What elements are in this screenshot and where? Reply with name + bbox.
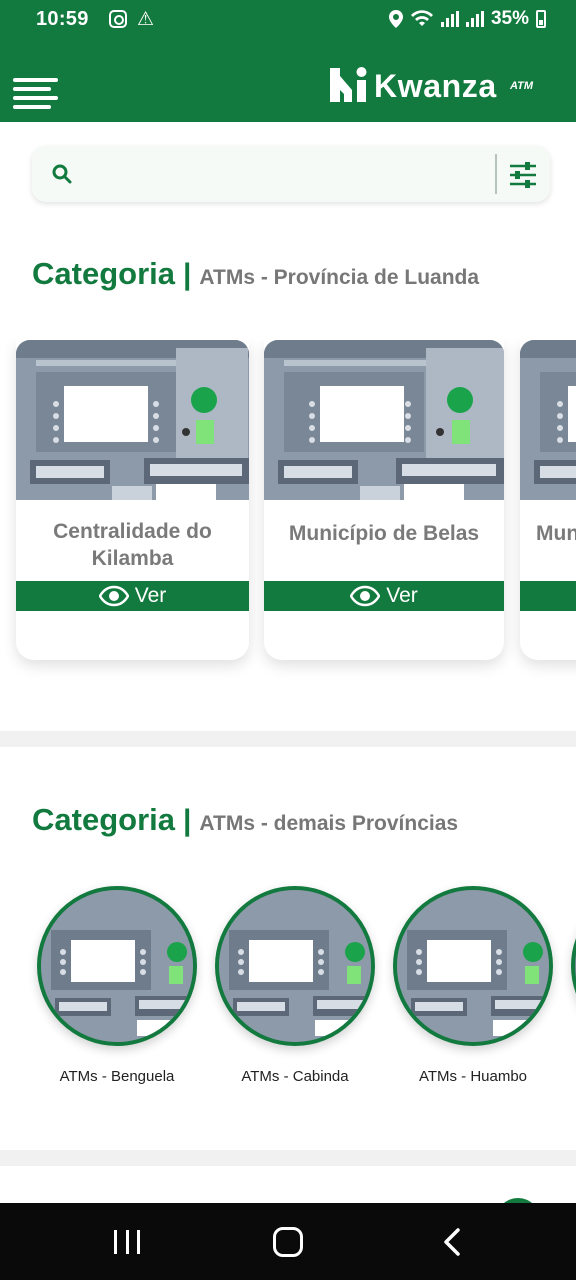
status-right-icons: 35% bbox=[388, 8, 546, 30]
brand-subtitle: ATM bbox=[510, 80, 534, 92]
atm-card[interactable]: Município de Belas Ver bbox=[264, 340, 504, 660]
view-button[interactable]: Ver bbox=[16, 581, 249, 611]
search-input[interactable] bbox=[88, 156, 508, 192]
section-separator: | bbox=[182, 258, 192, 291]
atm-photo bbox=[215, 886, 375, 1046]
atm-photo bbox=[520, 340, 576, 500]
luanda-card-carousel[interactable]: Centralidade do Kilamba Ver Município de… bbox=[0, 340, 576, 700]
section-separator: | bbox=[182, 804, 192, 837]
eye-icon bbox=[98, 585, 129, 607]
location-icon bbox=[388, 10, 403, 28]
wifi-icon bbox=[410, 10, 433, 26]
instagram-icon bbox=[109, 10, 127, 28]
atm-photo bbox=[393, 886, 553, 1046]
home-icon[interactable] bbox=[273, 1227, 303, 1257]
sliders-icon[interactable] bbox=[508, 160, 538, 190]
section-subtitle: ATMs - Província de Luanda bbox=[199, 266, 480, 289]
system-nav-bar bbox=[0, 1203, 576, 1280]
atm-photo bbox=[264, 340, 504, 500]
card-title: Mun bbox=[536, 522, 576, 545]
recent-apps-icon[interactable] bbox=[114, 1230, 140, 1254]
province-label: ATMs - Benguela bbox=[59, 1068, 175, 1085]
status-time: 10:59 bbox=[36, 8, 89, 30]
app-header: Kwanza ATM bbox=[0, 40, 576, 122]
section-category-label: Categoria bbox=[32, 256, 175, 291]
eye-icon bbox=[350, 585, 381, 607]
signal-icon bbox=[465, 11, 484, 27]
atm-photo bbox=[571, 886, 576, 1046]
section-divider bbox=[0, 731, 576, 747]
province-carousel[interactable]: ATMs - Benguela ATMs - Cabinda ATMs - Hu… bbox=[0, 882, 576, 1092]
section-divider bbox=[0, 1150, 576, 1166]
search-bar bbox=[32, 146, 550, 202]
province-label: ATMs - Cabinda bbox=[241, 1068, 349, 1085]
card-title: Município de Belas bbox=[288, 522, 480, 545]
view-button-label: Ver bbox=[386, 584, 418, 607]
hamburger-menu-icon[interactable] bbox=[13, 78, 58, 110]
card-title: Centralidade do Kilamba bbox=[53, 520, 212, 570]
province-item[interactable] bbox=[561, 882, 576, 1092]
province-item[interactable]: ATMs - Benguela bbox=[27, 882, 207, 1092]
search-divider bbox=[495, 154, 497, 194]
brand-name: Kwanza bbox=[374, 68, 497, 104]
battery-icon bbox=[536, 10, 546, 28]
kwanza-logo-icon bbox=[330, 67, 367, 102]
province-item[interactable]: ATMs - Cabinda bbox=[205, 882, 385, 1092]
atm-photo bbox=[37, 886, 197, 1046]
section-category-label: Categoria bbox=[32, 802, 175, 837]
province-item[interactable]: ATMs - Huambo bbox=[383, 882, 563, 1092]
view-button[interactable] bbox=[520, 581, 576, 611]
warning-icon: ⚠ bbox=[137, 9, 155, 30]
app-screen: 10:59 ⚠ 35% Kwanza ATM Categoria | ATMs … bbox=[0, 0, 576, 1280]
section-subtitle: ATMs - demais Províncias bbox=[199, 812, 459, 835]
search-icon[interactable] bbox=[52, 164, 72, 184]
battery-percent: 35% bbox=[490, 8, 529, 29]
back-icon[interactable] bbox=[440, 1227, 464, 1257]
atm-card[interactable]: Mun bbox=[520, 340, 576, 660]
status-bar: 10:59 ⚠ 35% bbox=[0, 0, 576, 40]
atm-card[interactable]: Centralidade do Kilamba Ver bbox=[16, 340, 249, 660]
section-title-luanda: Categoria | ATMs - Província de Luanda bbox=[32, 256, 479, 292]
section-title-provinces: Categoria | ATMs - demais Províncias bbox=[32, 802, 458, 838]
view-button-label: Ver bbox=[134, 584, 167, 607]
signal-icon bbox=[440, 11, 459, 27]
view-button[interactable]: Ver bbox=[264, 581, 504, 611]
province-label: ATMs - Huambo bbox=[418, 1068, 528, 1085]
atm-photo bbox=[16, 340, 249, 500]
